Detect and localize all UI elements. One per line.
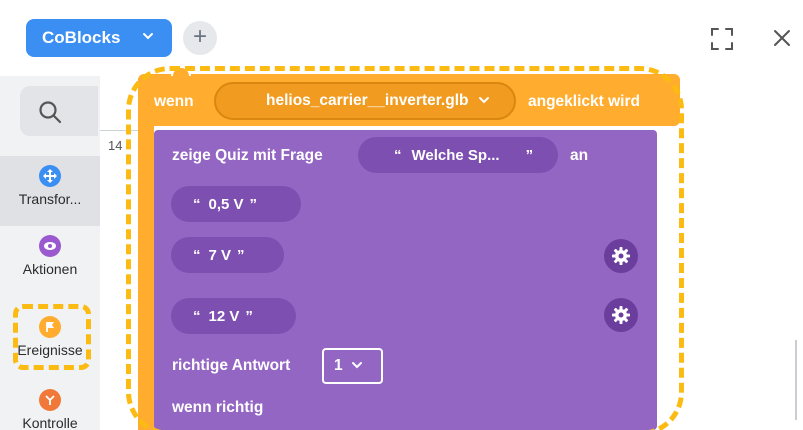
fullscreen-icon[interactable] <box>708 25 736 53</box>
sidebar-item-actions[interactable]: Aktionen <box>0 235 100 277</box>
vertical-scrollbar[interactable] <box>795 340 797 420</box>
top-bar: CoBlocks + <box>0 0 803 76</box>
sidebar-item-label: Aktionen <box>22 261 78 277</box>
sidebar-item-transform[interactable]: Transfor... <box>0 156 100 226</box>
line-number: 14 <box>108 138 123 153</box>
chevron-down-icon <box>142 29 154 45</box>
highlight-events-outline <box>13 304 91 370</box>
sidebar-item-label: Transfor... <box>18 191 82 207</box>
branch-icon <box>39 389 61 411</box>
sidebar-item-control[interactable]: Kontrolle <box>0 389 100 430</box>
search-icon <box>39 101 62 124</box>
project-selector-button[interactable]: CoBlocks <box>26 19 172 57</box>
project-name: CoBlocks <box>42 28 121 47</box>
add-tab-button[interactable]: + <box>183 21 217 55</box>
sidebar-item-label: Kontrolle <box>22 415 78 430</box>
eye-icon <box>39 235 61 257</box>
search-button[interactable] <box>20 86 98 136</box>
block-category-sidebar: Transfor... Aktionen Ereignisse Kontroll… <box>0 76 100 430</box>
close-icon[interactable] <box>768 24 796 52</box>
highlight-block-outline <box>126 66 684 430</box>
transform-icon <box>39 165 61 187</box>
